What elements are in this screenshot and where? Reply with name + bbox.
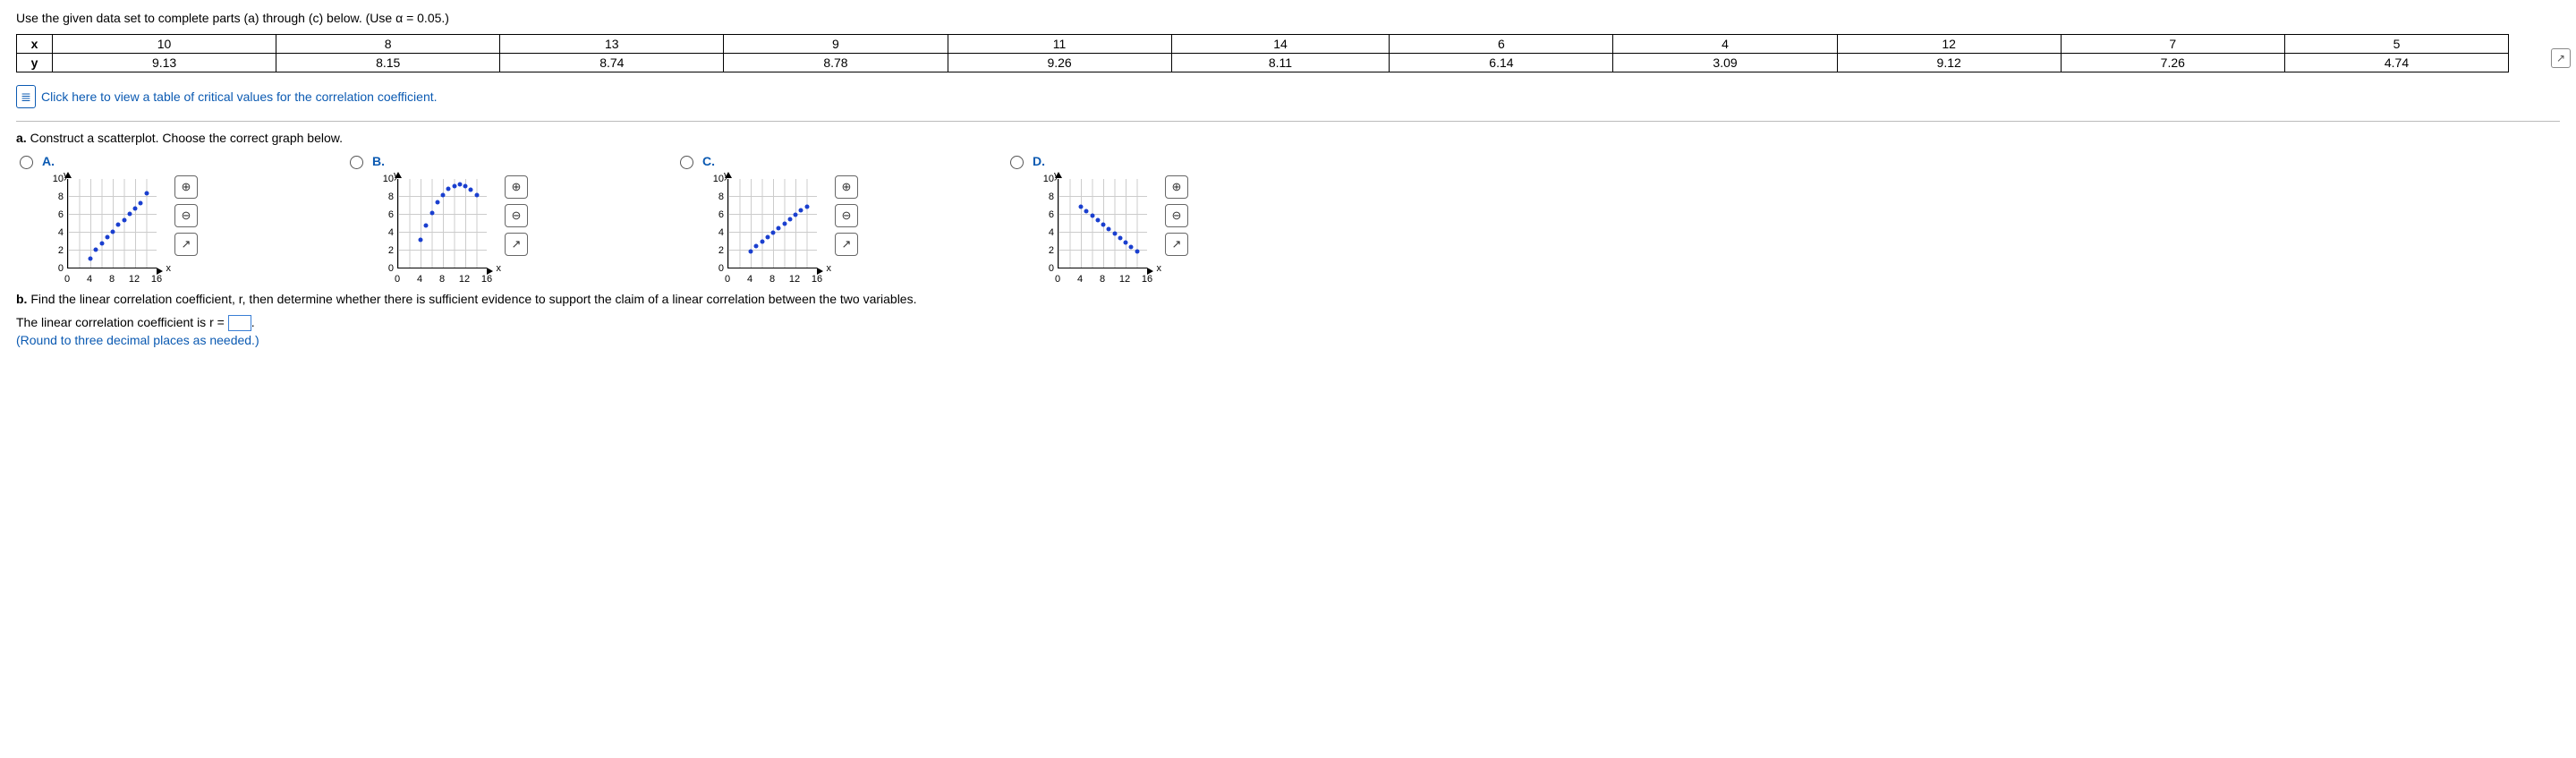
scatterplot-a: yx02468100481216 [42,172,167,279]
popout-icon[interactable]: ↗ [1165,233,1188,256]
option-d[interactable]: D. yx02468100481216 ⊕ ⊖ ↗ [1010,154,1188,279]
zoom-in-icon[interactable]: ⊕ [1165,175,1188,199]
table-row: y 9.13 8.15 8.74 8.78 9.26 8.11 6.14 3.0… [17,54,2509,72]
zoom-out-icon[interactable]: ⊖ [835,204,858,227]
link-text: Click here to view a table of critical v… [41,89,438,104]
option-c[interactable]: C. yx02468100481216 ⊕ ⊖ ↗ [680,154,858,279]
critical-values-link[interactable]: ≣ Click here to view a table of critical… [16,81,2560,115]
zoom-in-icon[interactable]: ⊕ [505,175,528,199]
answer-suffix: . [251,315,255,329]
scatterplot-b: yx02468100481216 [372,172,497,279]
row-label-x: x [17,35,53,54]
radio-c[interactable] [680,156,693,169]
radio-a[interactable] [20,156,33,169]
option-a[interactable]: A. yx02468100481216 ⊕ ⊖ ↗ [20,154,198,279]
part-a: a. Construct a scatterplot. Choose the c… [16,131,2560,145]
part-a-text: Construct a scatterplot. Choose the corr… [30,131,343,145]
zoom-in-icon[interactable]: ⊕ [835,175,858,199]
option-label: B. [372,154,528,168]
zoom-out-icon[interactable]: ⊖ [505,204,528,227]
answer-input[interactable] [228,315,251,331]
radio-b[interactable] [350,156,363,169]
option-label: D. [1033,154,1188,168]
popout-icon[interactable]: ↗ [505,233,528,256]
rounding-hint: (Round to three decimal places as needed… [16,333,2560,347]
document-icon: ≣ [16,85,36,108]
popout-icon[interactable]: ↗ [835,233,858,256]
option-label: A. [42,154,198,168]
table-row: x 10 8 13 9 11 14 6 4 12 7 5 [17,35,2509,54]
row-label-y: y [17,54,53,72]
problem-prompt: Use the given data set to complete parts… [16,11,2560,25]
part-b-text: Find the linear correlation coefficient,… [30,292,916,306]
option-b[interactable]: B. yx02468100481216 ⊕ ⊖ ↗ [350,154,528,279]
answer-line: The linear correlation coefficient is r … [16,315,2560,331]
divider [16,121,2560,122]
table-popout-icon[interactable]: ↗ [2551,48,2571,68]
data-table: x 10 8 13 9 11 14 6 4 12 7 5 y 9.13 8.15… [16,34,2509,72]
part-b: b. Find the linear correlation coefficie… [16,292,2560,306]
zoom-out-icon[interactable]: ⊖ [174,204,198,227]
answer-prefix: The linear correlation coefficient is r … [16,315,228,329]
scatterplot-c: yx02468100481216 [702,172,828,279]
radio-d[interactable] [1010,156,1024,169]
popout-icon[interactable]: ↗ [174,233,198,256]
option-label: C. [702,154,858,168]
zoom-out-icon[interactable]: ⊖ [1165,204,1188,227]
scatterplot-d: yx02468100481216 [1033,172,1158,279]
zoom-in-icon[interactable]: ⊕ [174,175,198,199]
part-b-prefix: b. [16,292,27,306]
part-a-prefix: a. [16,131,27,145]
